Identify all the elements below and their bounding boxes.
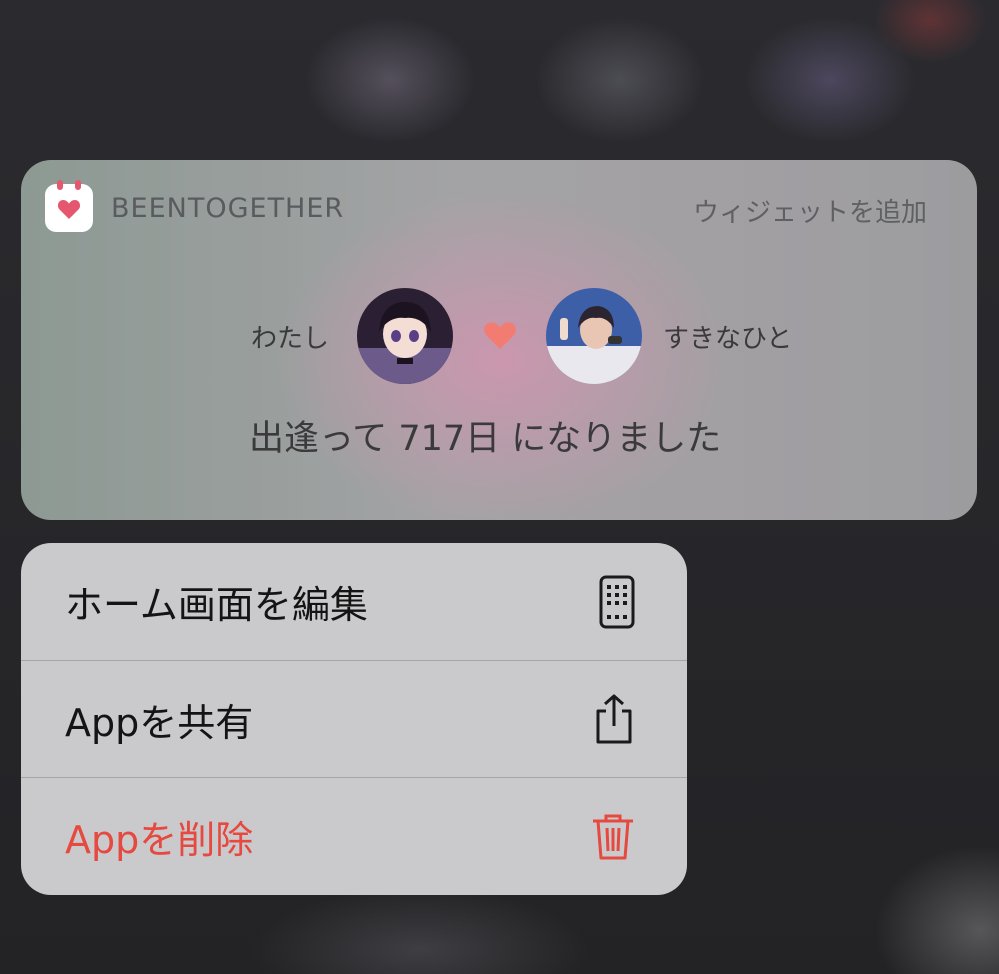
context-menu: ホーム画面を編集 Appを共有 Appを削除 [21,543,687,895]
heart-calendar-icon [57,200,81,219]
share-app-label: Appを共有 [65,700,254,745]
edit-home-screen-item[interactable]: ホーム画面を編集 [21,543,687,660]
add-widget-button[interactable]: ウィジェットを追加 [693,192,927,229]
edit-home-screen-label: ホーム画面を編集 [65,583,368,627]
share-icon [596,694,632,744]
delete-app-item[interactable]: Appを削除 [21,777,687,894]
heart-icon [484,322,516,349]
left-avatar [357,288,453,384]
phone-grid-icon [599,575,635,628]
right-person-label: すきなひと [663,324,793,354]
share-app-item[interactable]: Appを共有 [21,660,687,777]
left-person-label: わたし [251,324,330,354]
trash-icon [593,814,633,860]
app-name: BEENTOGETHER [111,193,345,224]
right-avatar [546,288,642,384]
days-together-text: 出逢って 717日 になりました [249,419,722,459]
delete-app-label: Appを削除 [65,817,254,862]
app-widget-preview[interactable]: BEENTOGETHER ウィジェットを追加 わたし すきなひと 出逢って 71… [21,160,977,520]
app-icon [45,180,93,232]
